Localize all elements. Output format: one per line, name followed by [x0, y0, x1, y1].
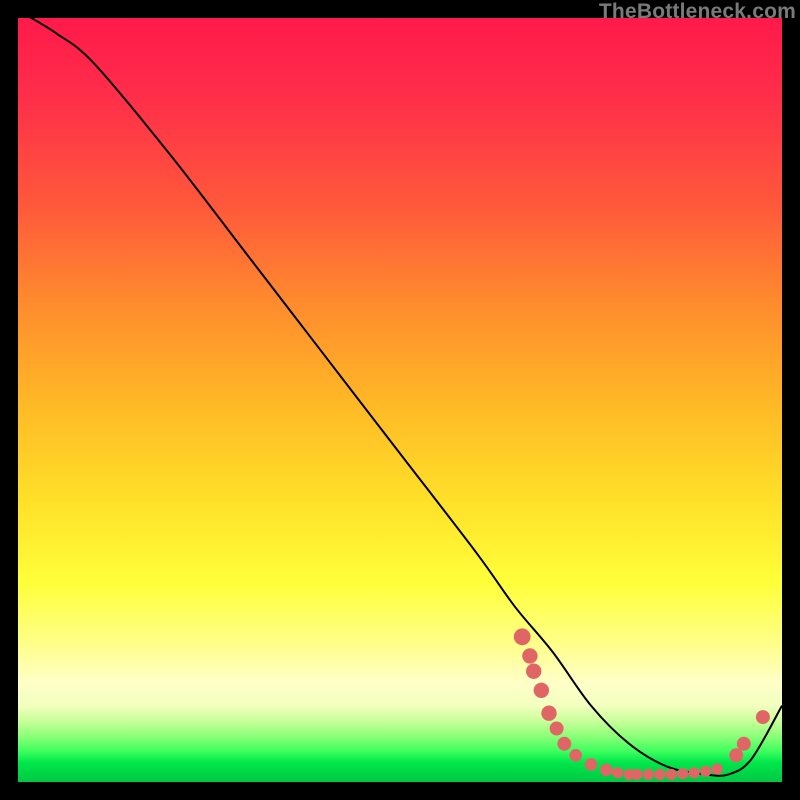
curve-marker [729, 748, 743, 762]
chart-svg [18, 18, 782, 782]
curve-marker [654, 769, 665, 780]
curve-marker [756, 710, 770, 724]
curve-marker [712, 763, 723, 774]
curve-marker [526, 664, 541, 679]
curve-marker [689, 767, 700, 778]
curve-marker [631, 769, 642, 780]
curve-marker [557, 737, 571, 751]
curve-marker [550, 722, 564, 736]
curve-marker [541, 706, 556, 721]
curve-marker [677, 768, 688, 779]
curve-marker [569, 749, 582, 762]
chart-plot-area [18, 18, 782, 782]
watermark-text: TheBottleneck.com [599, 0, 796, 24]
bottleneck-curve [18, 10, 782, 775]
curve-marker [600, 764, 613, 777]
curve-marker [700, 766, 711, 777]
curve-marker [737, 737, 751, 751]
curve-marker [534, 683, 549, 698]
curve-marker [585, 758, 598, 771]
curve-marker [666, 769, 677, 780]
curve-marker [643, 769, 654, 780]
curve-marker [522, 648, 537, 663]
curve-marker [514, 628, 531, 645]
curve-marker [612, 767, 623, 778]
chart-stage: TheBottleneck.com [0, 0, 800, 800]
